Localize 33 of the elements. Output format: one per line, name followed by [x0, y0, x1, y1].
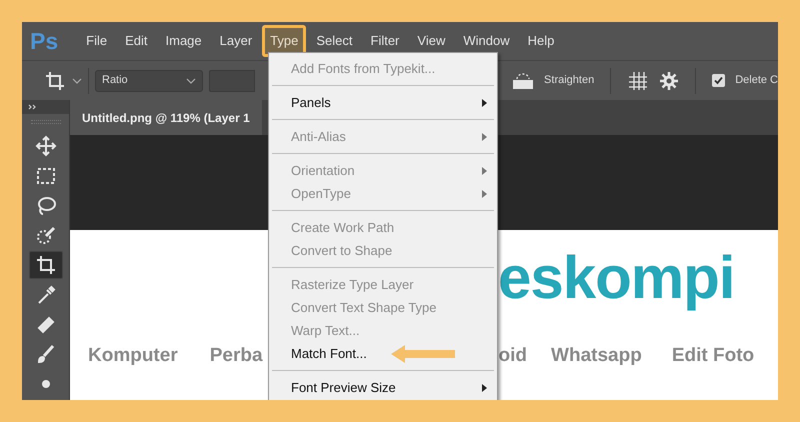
document-tab[interactable]: Untitled.png @ 119% (Layer 1 [70, 100, 262, 135]
menu-item[interactable]: Panels [269, 91, 497, 114]
ratio-dropdown[interactable]: Ratio [95, 70, 203, 92]
circle-icon [40, 379, 50, 390]
level-icon[interactable] [512, 72, 534, 88]
checkbox-label: Delete C [735, 73, 778, 88]
logo-text: eskompi [498, 248, 736, 308]
menu-item[interactable]: Filter [362, 25, 408, 57]
checkbox[interactable] [712, 74, 726, 87]
menu-item[interactable]: Image [158, 25, 210, 57]
crop-icon[interactable] [44, 70, 66, 92]
brush-selection-icon [34, 224, 56, 246]
menu-item[interactable]: Help [520, 25, 562, 57]
caret-icon [186, 76, 196, 84]
menu-item[interactable]: Select [308, 25, 360, 57]
menu-item[interactable]: Match Font... [269, 342, 497, 365]
menu-item[interactable]: Font Preview Size [269, 376, 497, 399]
grid-icon[interactable] [627, 70, 650, 92]
menu-item[interactable]: Edit [117, 25, 156, 57]
dropdown-value: Ratio [102, 73, 128, 88]
input-field[interactable] [209, 70, 255, 92]
move-icon [34, 135, 56, 158]
menu-item[interactable]: View [409, 25, 454, 57]
tool-button[interactable] [28, 251, 62, 279]
app-logo: Ps [30, 26, 58, 56]
menu-item[interactable]: Window [455, 25, 518, 57]
caret-icon[interactable] [72, 76, 82, 84]
expand-icon[interactable] [28, 104, 37, 110]
menu-item[interactable]: Layer [212, 25, 260, 57]
settings-icon[interactable] [659, 70, 680, 90]
menu-item[interactable]: File [78, 25, 116, 57]
crop-icon [34, 254, 56, 276]
straighten-button[interactable]: Straighten [544, 72, 594, 89]
